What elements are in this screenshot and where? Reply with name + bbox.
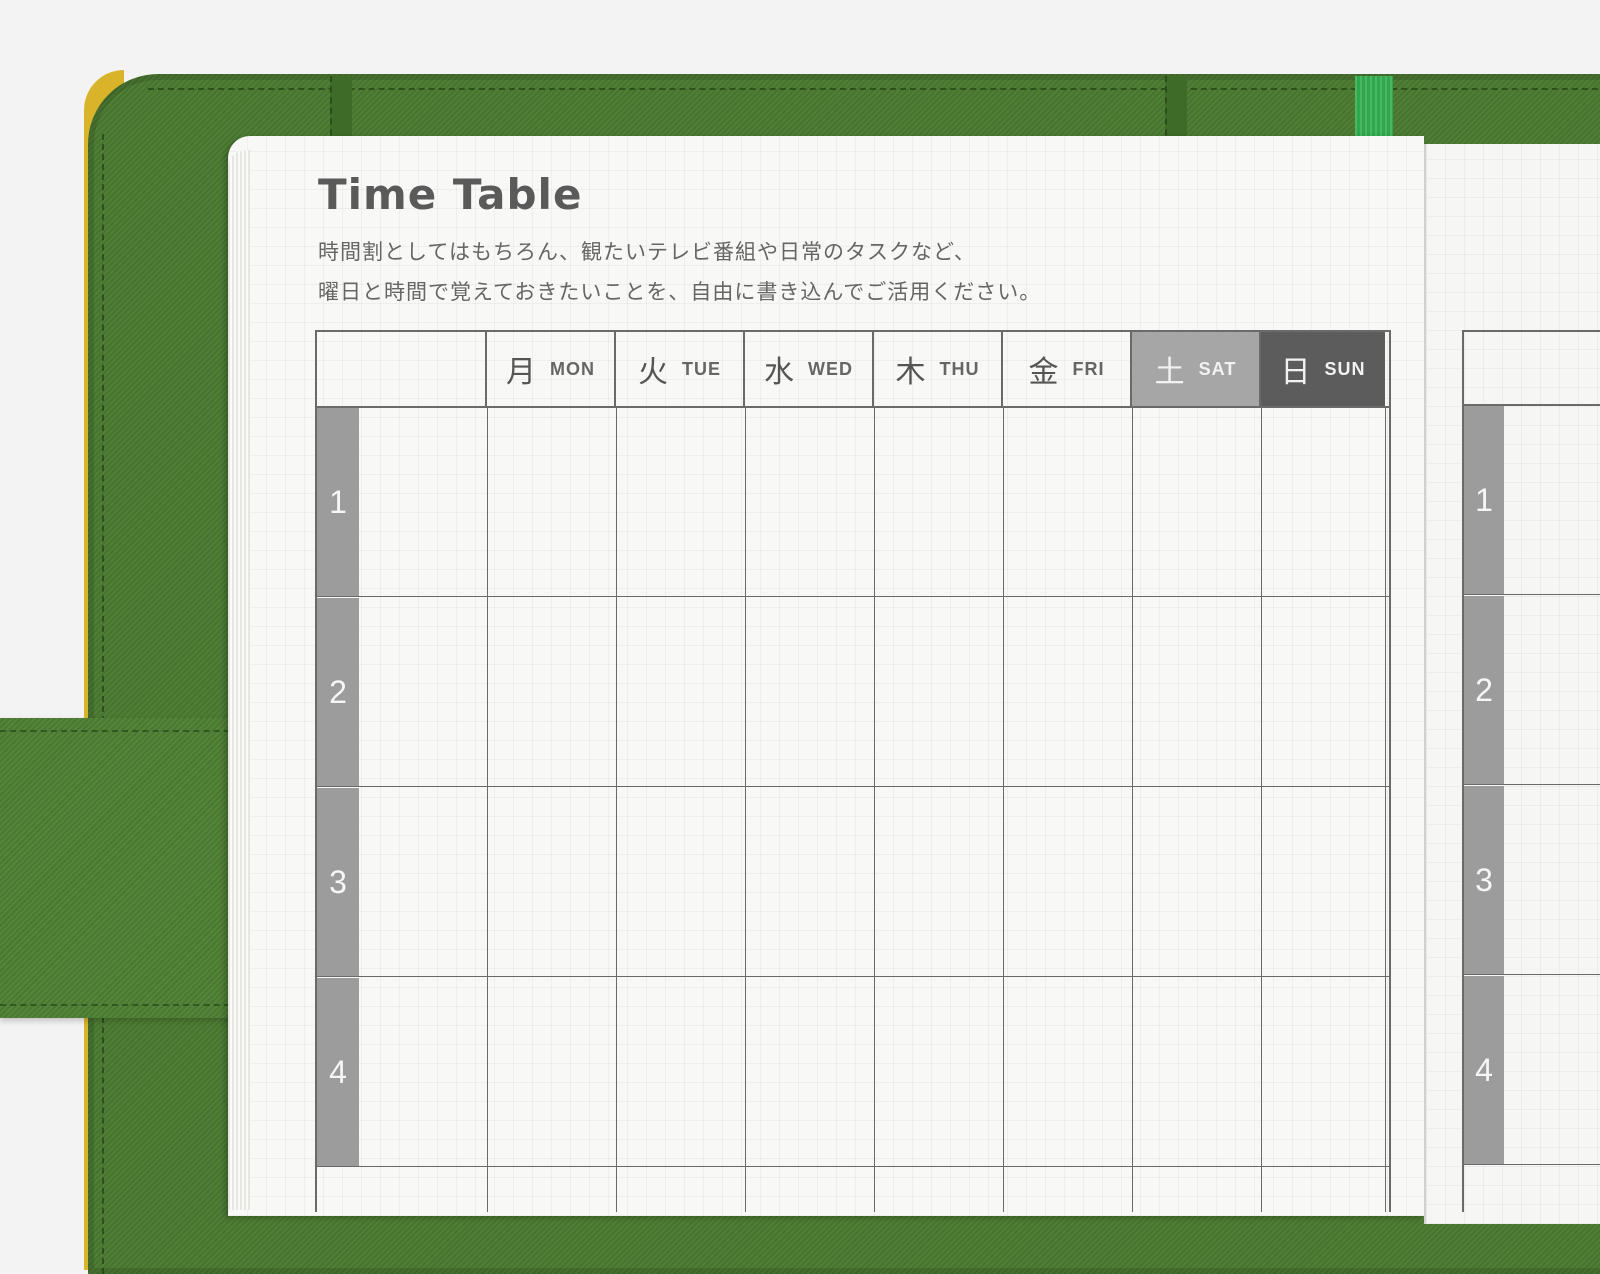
page-edges xyxy=(228,150,250,1210)
day-en: SUN xyxy=(1324,358,1366,379)
description-line-2: 曜日と時間で覚えておきたいことを、自由に書き込んでご活用ください。 xyxy=(318,280,1042,304)
timetable-grid: 月 MON 火 TUE 水 WED 木 THU 金 FRI 土 SAT 日 SU… xyxy=(315,330,1391,1212)
day-header-wed: 水 WED xyxy=(745,332,874,406)
closure-strap xyxy=(0,718,240,1018)
row-divider xyxy=(1462,594,1600,595)
row-divider xyxy=(1462,974,1600,975)
day-jp: 木 xyxy=(895,355,926,390)
day-jp: 土 xyxy=(1154,355,1185,390)
day-en: SAT xyxy=(1198,358,1237,379)
right-period-label-3: 3 xyxy=(1464,786,1504,974)
period-label-4: 4 xyxy=(317,978,359,1166)
column-divider xyxy=(616,406,617,1212)
day-jp: 金 xyxy=(1028,355,1059,390)
day-header-thu: 木 THU xyxy=(874,332,1003,406)
row-divider xyxy=(317,786,1389,787)
right-header-row xyxy=(1462,330,1600,406)
column-divider xyxy=(1003,406,1004,1212)
day-en: THU xyxy=(939,358,980,379)
column-divider xyxy=(1385,406,1386,1212)
page-title: Time Table xyxy=(318,170,583,219)
row-divider xyxy=(317,596,1389,597)
column-divider xyxy=(874,406,875,1212)
header-divider xyxy=(317,406,1389,408)
column-divider xyxy=(1132,406,1133,1212)
strap-stitching xyxy=(0,730,240,732)
day-header-sun: 日 SUN xyxy=(1261,332,1385,406)
right-period-label-2: 2 xyxy=(1464,596,1504,784)
day-jp: 日 xyxy=(1280,355,1311,390)
row-divider xyxy=(317,1166,1389,1167)
day-jp: 水 xyxy=(764,355,794,390)
row-divider xyxy=(1462,784,1600,785)
right-period-label-1: 1 xyxy=(1464,406,1504,594)
column-divider xyxy=(1261,406,1262,1212)
period-label-3: 3 xyxy=(317,788,359,976)
day-header-tue: 火 TUE xyxy=(616,332,745,406)
day-header-sat: 土 SAT xyxy=(1132,332,1261,406)
row-divider xyxy=(317,976,1389,977)
corner-cell xyxy=(317,332,487,406)
day-en: MON xyxy=(550,358,595,379)
day-jp: 火 xyxy=(638,355,668,390)
period-label-1: 1 xyxy=(317,408,359,596)
day-en: TUE xyxy=(682,358,721,379)
right-period-label-4: 4 xyxy=(1464,976,1504,1164)
period-label-2: 2 xyxy=(317,598,359,786)
strap-stitching xyxy=(0,1004,240,1006)
description-line-1: 時間割としてはもちろん、観たいテレビ番組や日常のタスクなど、 xyxy=(318,240,976,264)
day-header-mon: 月 MON xyxy=(487,332,616,406)
day-jp: 月 xyxy=(506,355,536,390)
day-en: FRI xyxy=(1072,358,1105,379)
day-header-fri: 金 FRI xyxy=(1003,332,1132,406)
column-divider xyxy=(745,406,746,1212)
day-en: WED xyxy=(808,358,853,379)
column-divider xyxy=(487,406,488,1212)
row-divider xyxy=(1462,1164,1600,1165)
cover-stitching-left xyxy=(102,134,104,1274)
